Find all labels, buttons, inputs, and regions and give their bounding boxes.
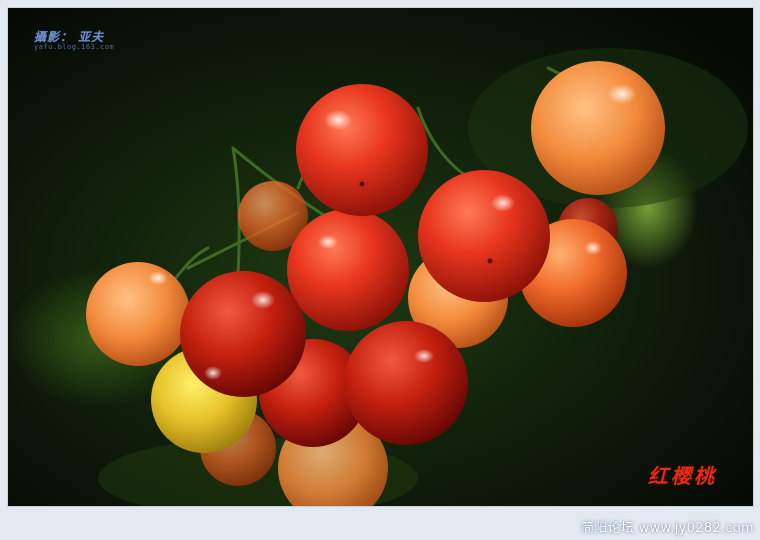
cherry-photo-art bbox=[8, 8, 753, 506]
forum-watermark: 简阳论坛 www.jy0282.com bbox=[581, 521, 754, 536]
photo-caption: 红樱桃 bbox=[648, 464, 717, 488]
cherry-photo: 攝影： 亚夫 yafu.blog.163.com 红樱桃 bbox=[8, 8, 753, 506]
photographer-blog-url: yafu.blog.163.com bbox=[34, 43, 115, 51]
footer-bar: 简阳论坛 www.jy0282.com bbox=[0, 514, 760, 540]
image-frame: 攝影： 亚夫 yafu.blog.163.com 红樱桃 简阳论坛 www.jy… bbox=[0, 0, 760, 540]
